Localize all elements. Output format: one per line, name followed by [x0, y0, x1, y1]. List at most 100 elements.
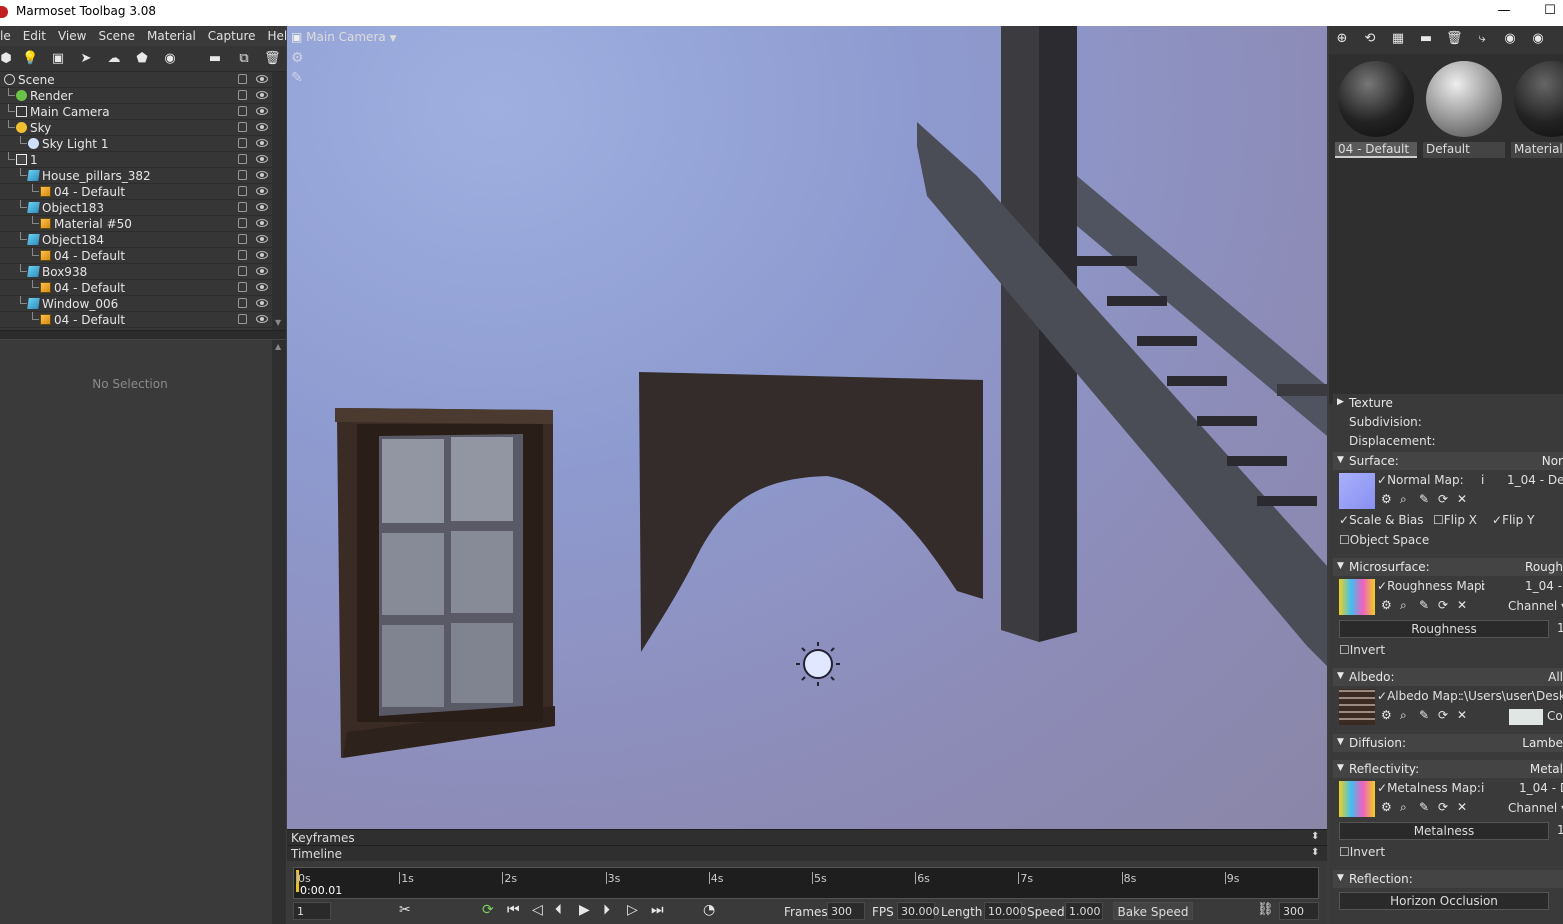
- step-back-icon[interactable]: ⏴: [555, 902, 562, 918]
- delete-icon[interactable]: 🗑: [264, 51, 281, 67]
- map-gear-icon[interactable]: ⚙: [1381, 800, 1392, 814]
- map-clear-icon[interactable]: ✕: [1457, 800, 1467, 814]
- open-folder-icon[interactable]: ▬: [207, 51, 223, 67]
- material-thumb-04-default[interactable]: 04 - Default: [1333, 56, 1419, 158]
- collapse-timeline-icon[interactable]: ⬍: [1311, 847, 1319, 858]
- tree-item[interactable]: Render: [0, 88, 272, 104]
- visibility-eye-icon[interactable]: [256, 155, 268, 163]
- loop-icon[interactable]: ⟳: [482, 902, 494, 918]
- diffusion-type[interactable]: Lambe: [1522, 736, 1563, 750]
- tree-item[interactable]: 04 - Default: [0, 312, 272, 328]
- visibility-eye-icon[interactable]: [256, 283, 268, 291]
- map-search-icon[interactable]: ⌕: [1400, 708, 1407, 723]
- object-space-checkbox[interactable]: ☐Object Space: [1339, 533, 1429, 547]
- menu-item-5[interactable]: Capture: [202, 26, 262, 46]
- map-reload-icon[interactable]: ⟳: [1438, 708, 1448, 722]
- tree-item[interactable]: Window_006: [0, 296, 272, 312]
- material-thumb-default[interactable]: Default: [1421, 56, 1507, 158]
- tree-item[interactable]: Sky: [0, 120, 272, 136]
- tree-item[interactable]: Sky Light 1: [0, 136, 272, 152]
- timeline-header[interactable]: Timeline ⬍: [287, 845, 1327, 861]
- map-gear-icon[interactable]: ⚙: [1381, 492, 1392, 506]
- add-camera-icon[interactable]: ▣: [50, 51, 66, 67]
- menu-item-0[interactable]: le: [0, 26, 17, 46]
- invert-checkbox[interactable]: ☐Invert: [1339, 643, 1385, 657]
- tree-item[interactable]: Object183: [0, 200, 272, 216]
- current-frame-field[interactable]: 1: [293, 902, 331, 920]
- lock-icon[interactable]: [238, 266, 247, 276]
- visibility-eye-icon[interactable]: [256, 251, 268, 259]
- assign-material-icon[interactable]: ⤷: [1474, 31, 1490, 47]
- tree-item[interactable]: Object184: [0, 232, 272, 248]
- map-clear-icon[interactable]: ✕: [1457, 598, 1467, 612]
- albedo-type[interactable]: All: [1548, 670, 1563, 684]
- metalness-channel-select[interactable]: Channel ▾: [1508, 801, 1563, 815]
- visibility-eye-icon[interactable]: [256, 235, 268, 243]
- reflectivity-type[interactable]: Metal: [1530, 762, 1563, 776]
- surface-type[interactable]: Nor: [1542, 454, 1563, 468]
- properties-scrollbar[interactable]: ▲: [272, 340, 286, 924]
- scale-bias-checkbox[interactable]: ✓Scale & Bias: [1339, 513, 1424, 527]
- add-shadow-catcher-icon[interactable]: ⬟: [134, 51, 150, 67]
- skip-start-icon[interactable]: ⏮: [507, 902, 520, 918]
- lock-icon[interactable]: [238, 154, 247, 164]
- lock-icon[interactable]: [238, 250, 247, 260]
- minimize-button[interactable]: —: [1494, 2, 1514, 22]
- add-material-icon[interactable]: ⊕: [1334, 31, 1350, 47]
- lock-icon[interactable]: [238, 106, 247, 116]
- reflection-section[interactable]: ▼ Reflection:: [1333, 870, 1563, 888]
- visibility-eye-icon[interactable]: [256, 171, 268, 179]
- tree-item[interactable]: 1: [0, 152, 272, 168]
- visibility-eye-icon[interactable]: [256, 219, 268, 227]
- add-sky-icon[interactable]: ◉: [162, 51, 178, 67]
- visibility-eye-icon[interactable]: [256, 299, 268, 307]
- open-material-icon[interactable]: ▬: [1418, 31, 1434, 47]
- visibility-eye-icon[interactable]: [256, 203, 268, 211]
- roughness-value[interactable]: 1: [1557, 621, 1563, 635]
- lock-icon[interactable]: [238, 282, 247, 292]
- map-clear-icon[interactable]: ✕: [1457, 492, 1467, 506]
- link-icon[interactable]: ⛓: [1257, 902, 1274, 917]
- roughness-map-thumb[interactable]: [1339, 579, 1375, 615]
- delete-material-icon[interactable]: 🗑: [1446, 31, 1463, 47]
- map-search-icon[interactable]: ⌕: [1400, 800, 1407, 815]
- tree-item[interactable]: 04 - Default: [0, 248, 272, 264]
- checker-icon[interactable]: ▦: [1390, 31, 1406, 47]
- menu-item-4[interactable]: Material: [141, 26, 202, 46]
- duplicate-material-icon[interactable]: ⟲: [1362, 31, 1378, 47]
- lock-icon[interactable]: [238, 90, 247, 100]
- material-options-icon[interactable]: ◉: [1502, 31, 1518, 47]
- scissors-icon[interactable]: ✂: [399, 902, 411, 918]
- expand-keyframes-icon[interactable]: ⬍: [1311, 831, 1319, 842]
- next-keyframe-icon[interactable]: ▷: [627, 902, 638, 918]
- visibility-eye-icon[interactable]: [256, 187, 268, 195]
- lock-icon[interactable]: [238, 218, 247, 228]
- albedo-map-thumb[interactable]: [1339, 689, 1375, 725]
- lock-icon[interactable]: [238, 298, 247, 308]
- length-field[interactable]: 10.000: [984, 902, 1027, 920]
- menu-item-2[interactable]: View: [52, 26, 92, 46]
- timeline-ruler[interactable]: 0:00.01 0s 1s 2s 3s 4s 5s 6s 7s 8s 9s: [293, 867, 1319, 899]
- map-edit-icon[interactable]: ✎: [1419, 708, 1429, 722]
- invert-checkbox[interactable]: ☐Invert: [1339, 845, 1385, 859]
- lock-icon[interactable]: [238, 74, 247, 84]
- lock-icon[interactable]: [238, 170, 247, 180]
- metalness-slider[interactable]: Metalness: [1339, 822, 1549, 840]
- visibility-eye-icon[interactable]: [256, 123, 268, 131]
- map-edit-icon[interactable]: ✎: [1419, 800, 1429, 814]
- visibility-eye-icon[interactable]: [256, 75, 268, 83]
- tree-item[interactable]: 04 - Default: [0, 280, 272, 296]
- metalness-map-label[interactable]: ✓Metalness Map:: [1377, 781, 1481, 795]
- frames-field[interactable]: 300: [827, 902, 865, 920]
- surface-section[interactable]: ▼ Surface: Nor: [1333, 452, 1563, 470]
- texture-section[interactable]: ▶ Texture: [1333, 394, 1563, 412]
- metalness-value[interactable]: 1: [1557, 823, 1563, 837]
- albedo-map-label[interactable]: ✓Albedo Map:: [1377, 689, 1462, 703]
- diffusion-section[interactable]: ▼ Diffusion: Lambe: [1333, 734, 1563, 752]
- 3d-viewport[interactable]: ▣ Main Camera ▼ ⚙ ✎: [287, 26, 1327, 829]
- map-edit-icon[interactable]: ✎: [1419, 598, 1429, 612]
- material-gear-icon[interactable]: ◉: [1530, 31, 1546, 47]
- visibility-eye-icon[interactable]: [256, 139, 268, 147]
- skip-end-icon[interactable]: ⏭: [651, 902, 664, 918]
- end-frame-field[interactable]: 300: [1279, 902, 1319, 920]
